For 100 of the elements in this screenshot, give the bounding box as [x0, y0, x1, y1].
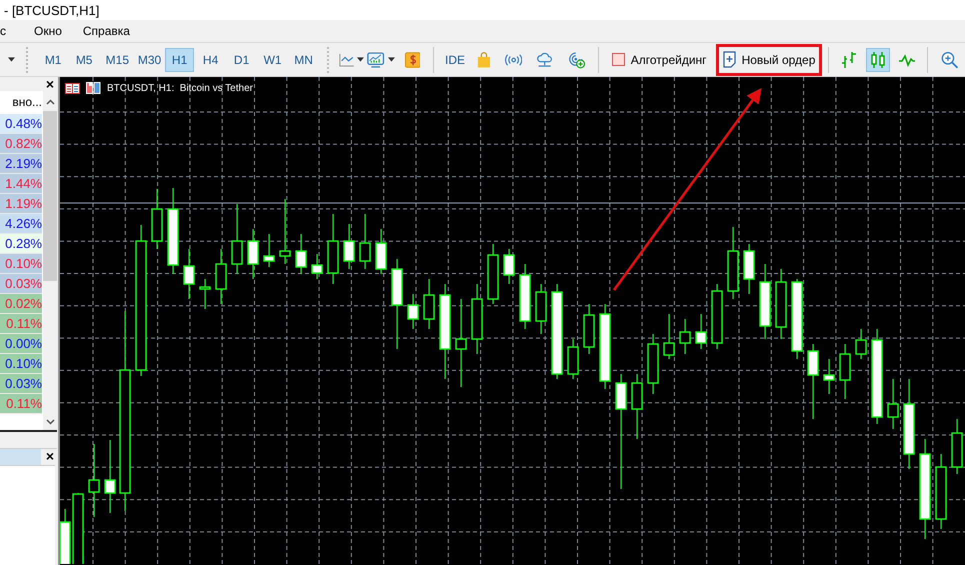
caret-icon[interactable]: [388, 57, 395, 62]
table-row[interactable]: 0.00%: [0, 334, 42, 354]
document-icon: [86, 82, 101, 94]
candlestick: [295, 234, 307, 274]
candlestick: [471, 284, 483, 354]
change-value: 2.19%: [5, 156, 42, 171]
candlestick: [503, 248, 515, 284]
zoom-in-icon[interactable]: [940, 50, 958, 70]
scroll-up-icon[interactable]: [46, 99, 54, 105]
candlestick-icon: [870, 50, 886, 68]
candlestick: [519, 264, 531, 330]
candlestick: [567, 338, 579, 380]
candlestick: [679, 318, 691, 354]
window-title: - [BTCUSDT,H1]: [4, 2, 100, 18]
shopping-bag-icon[interactable]: [477, 50, 491, 68]
candlestick: [343, 224, 355, 270]
caret-icon[interactable]: [8, 57, 15, 62]
timeframe-button[interactable]: H1: [165, 48, 194, 72]
candlestick: [183, 248, 195, 300]
panel-header: [0, 449, 41, 465]
scrollbar[interactable]: [43, 91, 57, 430]
change-value: 0.10%: [5, 356, 42, 371]
candlestick: [375, 228, 387, 274]
change-value: 4.26%: [5, 216, 42, 231]
monitor-chart-icon[interactable]: [367, 50, 385, 68]
change-value: 0.82%: [5, 136, 42, 151]
menu-item[interactable]: Справка: [82, 24, 141, 38]
table-row[interactable]: 0.28%: [0, 234, 42, 254]
candlestick: [327, 214, 339, 284]
change-value: 0.48%: [5, 116, 42, 131]
timeframe-button[interactable]: D1: [227, 48, 256, 72]
timeframe-button[interactable]: H4: [196, 48, 226, 72]
line-chart-icon: [898, 52, 916, 66]
line-chart-icon[interactable]: [338, 52, 354, 68]
scroll-down-icon[interactable]: [46, 419, 54, 425]
table-row[interactable]: 4.26%: [0, 214, 42, 234]
candlestick: [423, 278, 435, 330]
ide-button[interactable]: IDE: [440, 48, 470, 72]
candlestick: [631, 374, 643, 440]
table-icon: [65, 82, 80, 94]
close-button[interactable]: ×: [43, 77, 57, 91]
candlestick: [711, 284, 723, 350]
broadcast-icon[interactable]: [504, 52, 522, 66]
candlestick: [247, 228, 259, 280]
change-value: 0.03%: [5, 276, 42, 291]
close-button[interactable]: ×: [43, 449, 57, 463]
menu-item[interactable]: Окно: [34, 24, 73, 38]
chart-title: BTCUSDT, H1: Bitcoin vs Tether: [107, 82, 253, 94]
candlestick: [535, 284, 547, 334]
change-value: 0.11%: [6, 316, 42, 331]
candlestick: [823, 358, 835, 394]
table-row[interactable]: 0.03%: [0, 374, 42, 394]
candlestick: [263, 234, 275, 268]
candlestick: [839, 344, 851, 400]
change-value: 0.00%: [5, 336, 42, 351]
candlestick: [695, 314, 707, 350]
document-add-icon: [722, 51, 736, 68]
table-row[interactable]: 2.19%: [0, 154, 42, 174]
change-value: 1.19%: [5, 196, 42, 211]
caret-icon[interactable]: [357, 57, 364, 62]
candlestick: [647, 334, 659, 394]
candlestick: [151, 188, 163, 250]
candlestick: [583, 304, 595, 354]
menu-item[interactable]: с: [0, 24, 17, 38]
timeframe-button[interactable]: M15: [100, 48, 131, 72]
candlestick: [359, 214, 371, 270]
candlestick: [60, 508, 71, 564]
timeframe-button[interactable]: MN: [289, 48, 318, 72]
candlestick: [279, 198, 291, 264]
candlestick: [855, 328, 867, 360]
candlestick: [775, 268, 787, 340]
candlestick: [663, 314, 675, 360]
timeframe-button[interactable]: M30: [132, 48, 164, 72]
scrollbar-thumb[interactable]: [43, 111, 57, 281]
candlestick: [887, 378, 899, 430]
change-value: 0.28%: [5, 236, 42, 251]
candlestick: [487, 244, 499, 304]
candlestick: [199, 278, 211, 310]
candlestick: [311, 254, 323, 280]
change-value: 0.02%: [5, 296, 42, 311]
bar-chart-icon: [841, 50, 858, 68]
table-row[interactable]: 0.10%: [0, 354, 42, 374]
change-value: 0.10%: [5, 256, 42, 271]
cloud-icon[interactable]: [536, 50, 554, 68]
candlestick: [215, 248, 227, 304]
candlestick: [743, 244, 755, 294]
algo-trading-button[interactable]: Алготрейдинг: [606, 48, 712, 72]
timeframe-button[interactable]: M1: [38, 48, 68, 72]
timeframe-button[interactable]: W1: [258, 48, 288, 72]
candlestick: [231, 204, 243, 274]
candlestick-button[interactable]: [866, 48, 890, 72]
change-value: 0.11%: [6, 396, 42, 411]
timeframe-button[interactable]: M5: [70, 48, 99, 72]
table-row[interactable]: 0.48%: [0, 114, 42, 134]
change-value: 0.03%: [5, 376, 42, 391]
dollar-icon[interactable]: [404, 50, 420, 68]
signal-add-icon[interactable]: [568, 50, 585, 70]
new-order-button[interactable]: Новый ордер: [720, 48, 818, 72]
candlestick: [407, 294, 419, 330]
change-value: 1.44%: [5, 176, 42, 191]
